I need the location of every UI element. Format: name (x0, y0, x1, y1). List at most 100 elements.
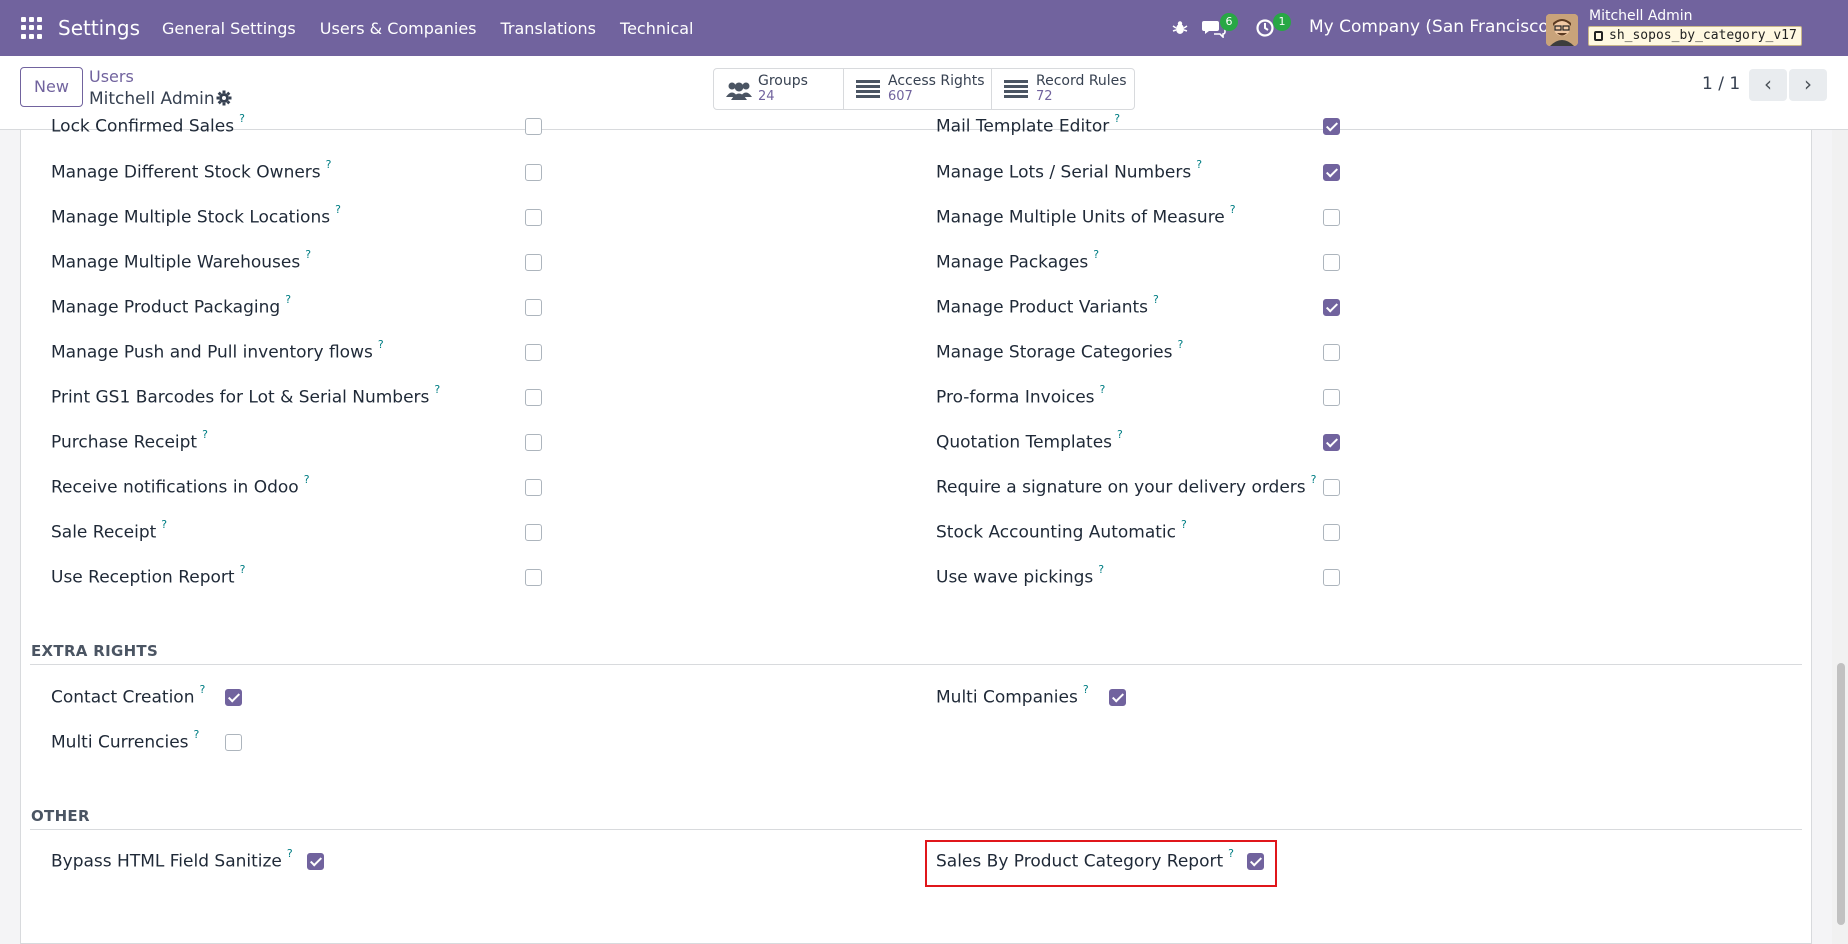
pager-previous-button[interactable]: ‹ (1749, 69, 1787, 101)
company-switcher[interactable]: My Company (San Francisco) (1309, 17, 1555, 37)
help-tooltip-icon[interactable]: ? (1098, 563, 1104, 576)
user-avatar[interactable] (1546, 14, 1578, 46)
help-tooltip-icon[interactable]: ? (1153, 293, 1159, 306)
help-tooltip-icon[interactable]: ? (1177, 338, 1183, 351)
user-name[interactable]: Mitchell Admin (1589, 8, 1693, 24)
checkbox-manage-multiple-warehouses[interactable] (525, 254, 542, 271)
right-label-text: Multi Companies (936, 687, 1078, 708)
checkbox-manage-multiple-units-of-measure[interactable] (1323, 209, 1340, 226)
help-tooltip-icon[interactable]: ? (378, 338, 384, 351)
help-tooltip-icon[interactable]: ? (240, 563, 246, 576)
right-label-text: Mail Template Editor (936, 116, 1110, 137)
help-tooltip-icon[interactable]: ? (194, 728, 200, 741)
breadcrumb-users[interactable]: Users (89, 67, 134, 86)
menu-translations[interactable]: Translations (501, 19, 597, 38)
database-icon (1594, 31, 1603, 41)
checkbox-manage-different-stock-owners[interactable] (525, 164, 542, 181)
right-label-text: Contact Creation (51, 687, 195, 708)
highlight-box (925, 840, 1277, 887)
debug-bug-icon[interactable] (1170, 0, 1190, 56)
right-label-bypass-html-field-sanitize: Bypass HTML Field Sanitize? (51, 847, 293, 872)
checkbox-use-reception-report[interactable] (525, 569, 542, 586)
access-rights-count: 607 (888, 89, 913, 104)
top-navbar: Settings General Settings Users & Compan… (0, 0, 1848, 56)
access-rights-smart-button[interactable]: Access Rights 607 (843, 68, 992, 110)
checkbox-pro-forma-invoices[interactable] (1323, 389, 1340, 406)
help-tooltip-icon[interactable]: ? (326, 158, 332, 171)
access-rights-label: Access Rights (888, 73, 985, 89)
record-rules-smart-button[interactable]: Record Rules 72 (991, 68, 1135, 110)
help-tooltip-icon[interactable]: ? (199, 683, 205, 696)
right-label-text: Manage Product Packaging (51, 297, 281, 318)
help-tooltip-icon[interactable]: ? (161, 518, 167, 531)
pager-next-button[interactable]: › (1789, 69, 1827, 101)
checkbox-print-gs1-barcodes-for-lot-serial-numbers[interactable] (525, 389, 542, 406)
right-label-multi-currencies: Multi Currencies? (51, 728, 200, 753)
right-label-use-wave-pickings: Use wave pickings? (936, 563, 1104, 588)
checkbox-manage-product-variants[interactable] (1323, 299, 1340, 316)
record-rules-label: Record Rules (1036, 73, 1127, 89)
help-tooltip-icon[interactable]: ? (1100, 383, 1106, 396)
right-label-text: Manage Storage Categories (936, 342, 1173, 363)
checkbox-manage-storage-categories[interactable] (1323, 344, 1340, 361)
help-tooltip-icon[interactable]: ? (285, 293, 291, 306)
right-label-text: Use wave pickings (936, 567, 1094, 588)
help-tooltip-icon[interactable]: ? (1083, 683, 1089, 696)
checkbox-manage-lots-serial-numbers[interactable] (1323, 164, 1340, 181)
new-button[interactable]: New (20, 67, 83, 107)
help-tooltip-icon[interactable]: ? (304, 473, 310, 486)
right-label-manage-packages: Manage Packages? (936, 248, 1099, 273)
help-tooltip-icon[interactable]: ? (1114, 112, 1120, 125)
activities-clock-icon[interactable]: 1 (1255, 0, 1291, 56)
menu-technical[interactable]: Technical (620, 19, 693, 38)
help-tooltip-icon[interactable]: ? (1093, 248, 1099, 261)
pager-value[interactable]: 1 / 1 (1702, 74, 1740, 94)
right-label-text: Manage Multiple Warehouses (51, 252, 301, 273)
app-menu-icon[interactable] (21, 17, 43, 39)
help-tooltip-icon[interactable]: ? (1230, 203, 1236, 216)
help-tooltip-icon[interactable]: ? (202, 428, 208, 441)
app-brand[interactable]: Settings (58, 16, 140, 40)
right-label-text: Receive notifications in Odoo (51, 477, 299, 498)
right-label-text: Lock Confirmed Sales (51, 116, 235, 137)
checkbox-lock-confirmed-sales[interactable] (525, 118, 542, 135)
checkbox-manage-product-packaging[interactable] (525, 299, 542, 316)
right-label-text: Multi Currencies (51, 732, 189, 753)
checkbox-purchase-receipt[interactable] (525, 434, 542, 451)
help-tooltip-icon[interactable]: ? (239, 112, 245, 125)
right-label-text: Manage Multiple Stock Locations (51, 207, 331, 228)
gear-icon[interactable] (216, 90, 232, 111)
messages-icon[interactable]: 6 (1202, 0, 1238, 56)
checkbox-receive-notifications-in-odoo[interactable] (525, 479, 542, 496)
right-label-lock-confirmed-sales: Lock Confirmed Sales? (51, 112, 245, 137)
checkbox-multi-companies[interactable] (1109, 689, 1126, 706)
checkbox-manage-multiple-stock-locations[interactable] (525, 209, 542, 226)
help-tooltip-icon[interactable]: ? (1117, 428, 1123, 441)
right-label-text: Purchase Receipt (51, 432, 198, 453)
checkbox-stock-accounting-automatic[interactable] (1323, 524, 1340, 541)
right-label-quotation-templates: Quotation Templates? (936, 428, 1123, 453)
scrollbar-thumb[interactable] (1837, 663, 1845, 925)
checkbox-manage-packages[interactable] (1323, 254, 1340, 271)
users-icon (726, 80, 752, 100)
help-tooltip-icon[interactable]: ? (1311, 473, 1317, 486)
checkbox-use-wave-pickings[interactable] (1323, 569, 1340, 586)
help-tooltip-icon[interactable]: ? (1181, 518, 1187, 531)
help-tooltip-icon[interactable]: ? (287, 847, 293, 860)
checkbox-require-a-signature-on-your-delivery-orders[interactable] (1323, 479, 1340, 496)
help-tooltip-icon[interactable]: ? (434, 383, 440, 396)
help-tooltip-icon[interactable]: ? (1196, 158, 1202, 171)
menu-users-companies[interactable]: Users & Companies (320, 19, 477, 38)
help-tooltip-icon[interactable]: ? (305, 248, 311, 261)
right-label-manage-product-variants: Manage Product Variants? (936, 293, 1159, 318)
checkbox-manage-push-and-pull-inventory-flows[interactable] (525, 344, 542, 361)
checkbox-quotation-templates[interactable] (1323, 434, 1340, 451)
checkbox-sale-receipt[interactable] (525, 524, 542, 541)
checkbox-contact-creation[interactable] (225, 689, 242, 706)
groups-smart-button[interactable]: Groups 24 (713, 68, 844, 110)
menu-general-settings[interactable]: General Settings (162, 19, 296, 38)
checkbox-multi-currencies[interactable] (225, 734, 242, 751)
checkbox-bypass-html-field-sanitize[interactable] (307, 853, 324, 870)
checkbox-mail-template-editor[interactable] (1323, 118, 1340, 135)
help-tooltip-icon[interactable]: ? (335, 203, 341, 216)
